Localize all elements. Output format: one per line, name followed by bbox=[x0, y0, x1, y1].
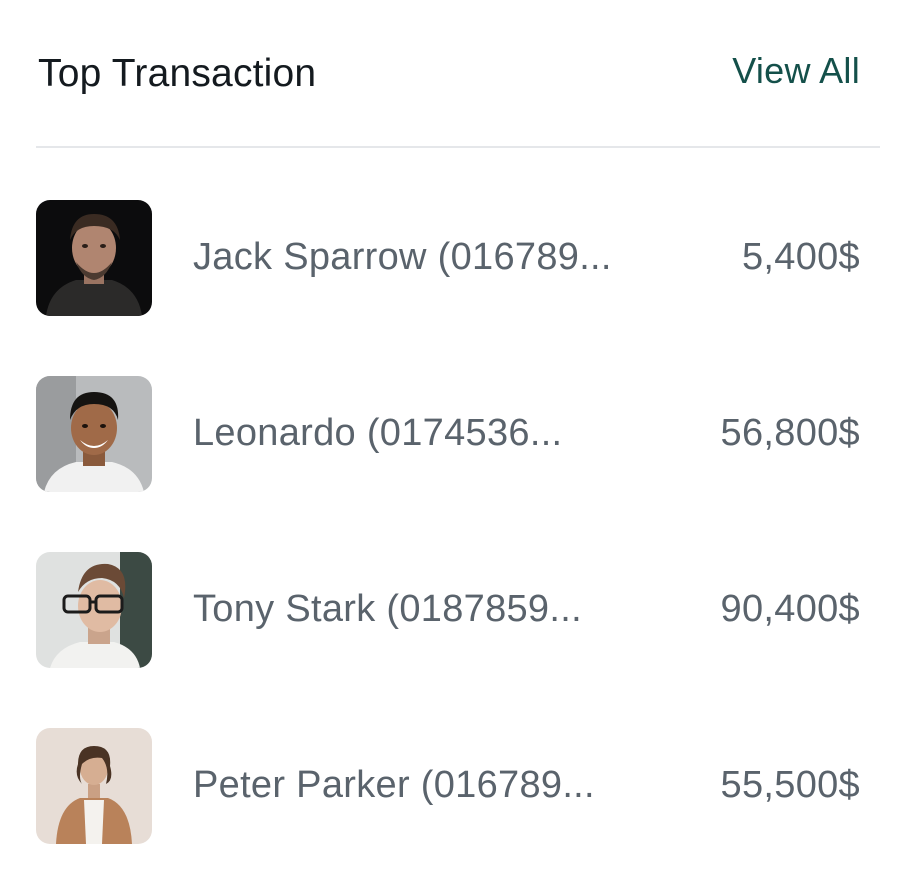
transaction-row[interactable]: Jack Sparrow (016789... 5,400$ bbox=[36, 200, 860, 316]
transaction-name: Leonardo (0174536... bbox=[193, 412, 563, 454]
view-all-link[interactable]: View All bbox=[732, 50, 860, 92]
transaction-name: Tony Stark (0187859... bbox=[193, 588, 582, 630]
transaction-amount: 90,400$ bbox=[720, 588, 860, 630]
avatar bbox=[36, 200, 152, 316]
avatar-photo-1 bbox=[36, 200, 152, 316]
top-transaction-card: Top Transaction View All Jack Sparrow (0… bbox=[0, 0, 912, 892]
avatar bbox=[36, 376, 152, 492]
header-divider bbox=[36, 146, 880, 148]
transaction-amount: 55,500$ bbox=[720, 764, 860, 806]
card-header: Top Transaction View All bbox=[38, 50, 860, 100]
card-title: Top Transaction bbox=[38, 52, 317, 95]
transaction-row[interactable]: Tony Stark (0187859... 90,400$ bbox=[36, 552, 860, 668]
transaction-name: Jack Sparrow (016789... bbox=[193, 236, 612, 278]
transaction-row[interactable]: Peter Parker (016789... 55,500$ bbox=[36, 728, 860, 844]
transaction-row[interactable]: Leonardo (0174536... 56,800$ bbox=[36, 376, 860, 492]
avatar bbox=[36, 552, 152, 668]
transaction-amount: 56,800$ bbox=[720, 412, 860, 454]
transaction-amount: 5,400$ bbox=[741, 236, 860, 278]
avatar-photo-3 bbox=[36, 552, 152, 668]
avatar-photo-4 bbox=[36, 728, 152, 844]
transaction-name: Peter Parker (016789... bbox=[193, 764, 595, 806]
avatar bbox=[36, 728, 152, 844]
avatar-photo-2 bbox=[36, 376, 152, 492]
